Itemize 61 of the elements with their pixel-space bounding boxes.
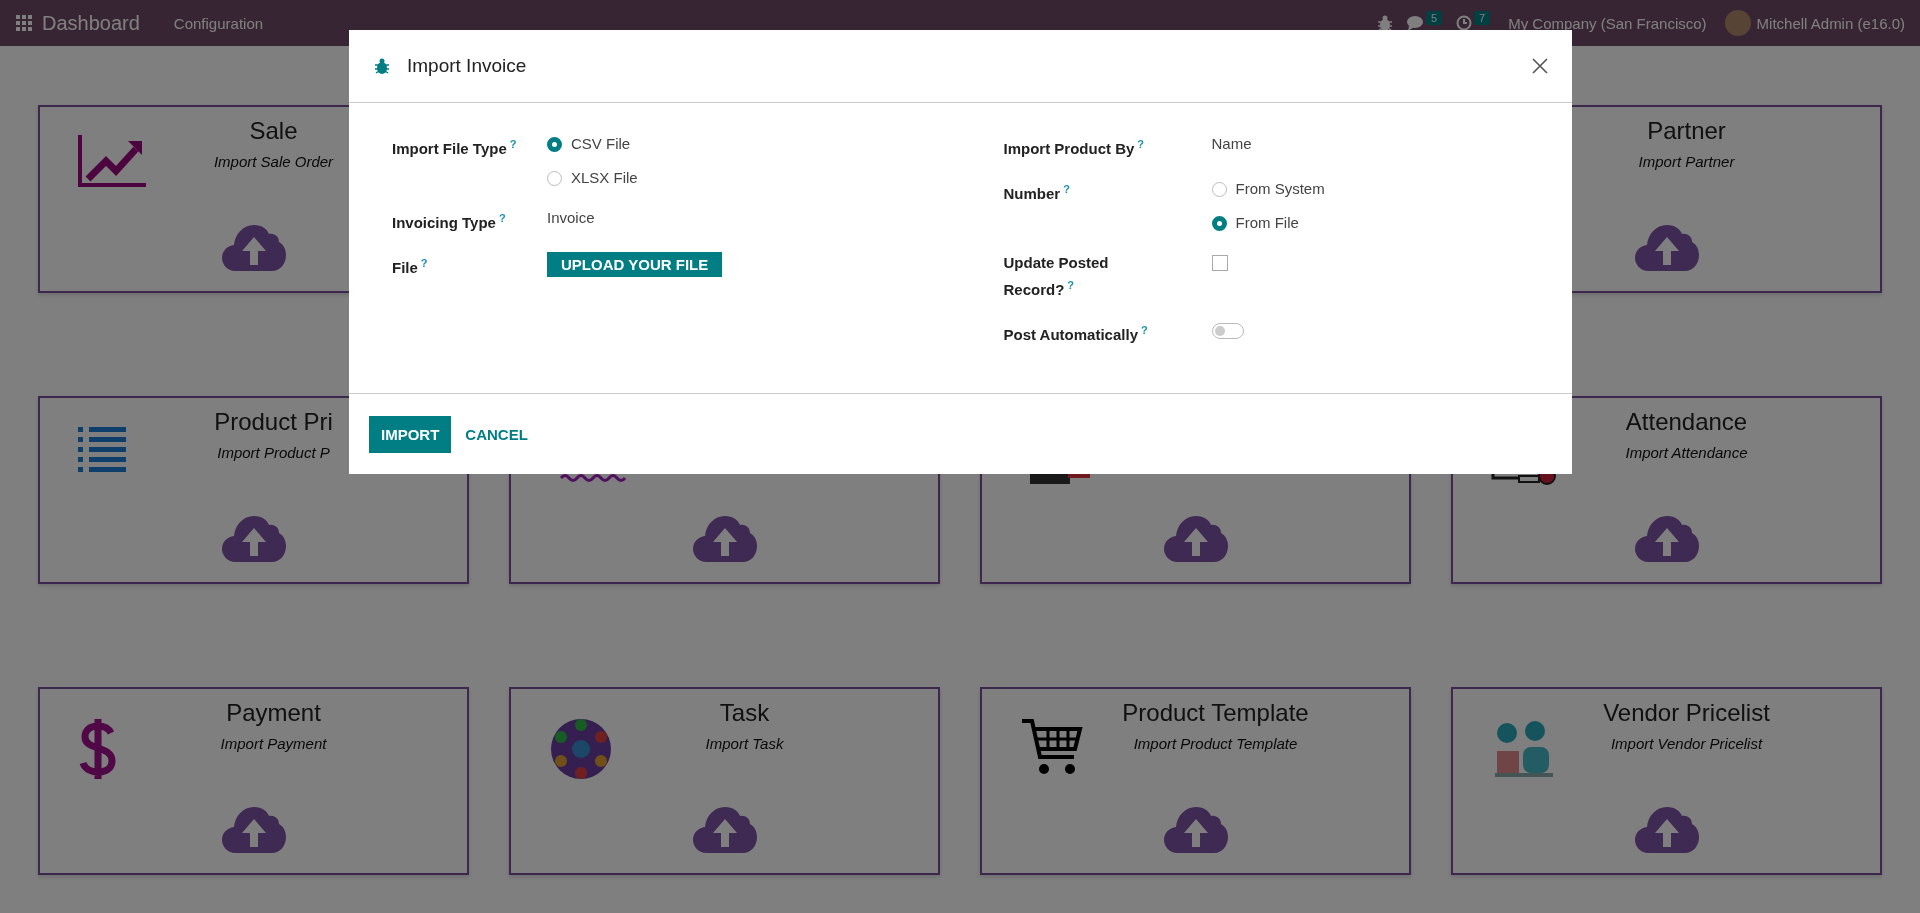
card-title: Vendor Pricelist [1602, 699, 1771, 727]
app-grid-icon[interactable] [16, 15, 32, 31]
field-label: Update Posted Record? $^{?}$ [1003, 253, 1110, 300]
task-network-icon [549, 717, 613, 781]
menu-item[interactable]: Configuration [173, 14, 264, 32]
cloud-upload-icon[interactable] [1163, 807, 1228, 853]
cloud-upload-icon[interactable] [1634, 807, 1699, 853]
card-subtitle: Import Product Template [1132, 735, 1299, 752]
bug-icon [375, 58, 389, 74]
radio-option[interactable]: From System [1211, 178, 1325, 200]
field-label: Post Automatically $^{?}$ [1003, 323, 1149, 345]
card-title: Product Template [1121, 699, 1310, 727]
field-label: Number $^{?}$ [1003, 182, 1071, 204]
cloud-upload-icon[interactable] [221, 807, 286, 853]
card-title: Payment [225, 699, 322, 727]
radio-option[interactable]: CSV File [547, 133, 638, 155]
card-subtitle: Import Task [704, 735, 785, 752]
card-title: Task [718, 699, 771, 727]
radio-option[interactable]: XLSX File [547, 167, 638, 189]
cloud-upload-icon[interactable] [692, 516, 757, 562]
cloud-upload-icon[interactable] [221, 225, 286, 271]
dollar-icon [78, 717, 118, 781]
list-icon [78, 426, 126, 474]
upload-button[interactable]: UPLOAD YOUR FILE [547, 252, 723, 277]
company-switcher[interactable]: My Company (San Francisco) [1508, 14, 1707, 32]
cloud-upload-icon[interactable] [1634, 516, 1699, 562]
field-value: Invoice [547, 208, 595, 228]
radio-option[interactable]: From File [1211, 212, 1325, 234]
checkbox[interactable] [1211, 255, 1228, 271]
field-value: Name [1211, 134, 1252, 154]
app-name[interactable]: Dashboard [42, 11, 140, 35]
cloud-upload-icon[interactable] [1634, 225, 1699, 271]
field-label: Import Product By $^{?}$ [1003, 137, 1146, 159]
dialog-title: Import Invoice [407, 55, 528, 77]
wavy-line-icon [559, 473, 627, 483]
field-label: File $^{?}$ [392, 256, 429, 278]
field-label: Invoicing Type $^{?}$ [392, 211, 507, 233]
card-subtitle: Import Product P [216, 444, 331, 461]
card-subtitle: Import Attendance [1624, 444, 1749, 461]
field-label: Import File Type $^{?}$ [392, 137, 518, 159]
clock-icon[interactable] [1456, 15, 1473, 31]
trend-chart-icon [78, 135, 148, 187]
card-title: Sale [248, 117, 299, 145]
card-subtitle: Import Partner [1637, 153, 1736, 170]
card-title: Partner [1646, 117, 1727, 145]
message-count-badge: 5 [1425, 11, 1443, 25]
toggle-switch[interactable] [1211, 323, 1244, 339]
card-subtitle: Import Payment [219, 735, 328, 752]
card-title: Attendance [1624, 408, 1749, 436]
user-menu[interactable]: Mitchell Admin (e16.0) [1756, 14, 1905, 32]
cloud-upload-icon[interactable] [1163, 516, 1228, 562]
activity-count-badge: 7 [1474, 11, 1491, 25]
card-title: Product Pri [213, 408, 334, 436]
card-subtitle: Import Vendor Pricelist [1609, 735, 1764, 752]
chat-icon[interactable] [1405, 15, 1424, 31]
import-button[interactable]: IMPORT [369, 415, 452, 453]
cloud-upload-icon[interactable] [692, 807, 757, 853]
cancel-button[interactable]: CANCEL [465, 415, 528, 453]
card-subtitle: Import Sale Order [212, 153, 335, 170]
cloud-upload-icon[interactable] [221, 516, 286, 562]
shopping-cart-icon [1020, 717, 1084, 777]
